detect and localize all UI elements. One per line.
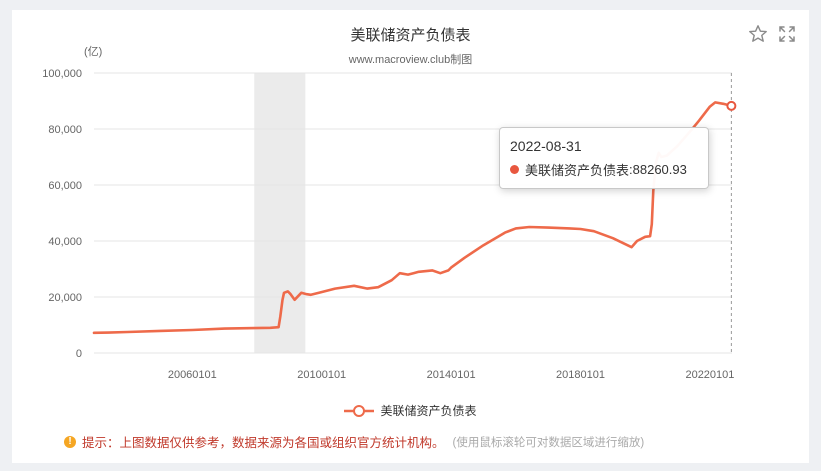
y-tick-label: 0 [76,348,82,360]
x-tick-label: 20060101 [168,369,217,381]
data-tooltip: 2022-08-31 美联储资产负债表 : 88260.93 [499,127,709,189]
legend-label: 美联储资产负债表 [380,404,477,418]
y-tick-label: 20,000 [48,292,82,304]
tooltip-row: 美联储资产负债表 : 88260.93 [510,160,698,179]
note-hint: (使用鼠标滚轮可对数据区域进行缩放) [452,436,645,449]
x-tick-label: 20220101 [685,369,734,381]
y-tick-label: 60,000 [48,180,82,192]
y-tick-label: 40,000 [48,236,82,248]
tooltip-value: 88260.93 [632,162,687,177]
tooltip-date: 2022-08-31 [510,138,582,154]
legend-marker-icon [344,404,375,417]
note-label: 提示： [82,436,120,450]
y-tick-label: 100,000 [42,68,82,80]
x-tick-label: 20180101 [556,369,605,381]
tooltip-series-dot [510,165,519,174]
tooltip-series-name: 美联储资产负债表 [525,163,630,178]
line-chart[interactable]: 0 20,000 40,000 60,000 80,000 100,000 2006010… [12,10,809,390]
legend-item[interactable]: 美联储资产负债表 [12,402,809,419]
x-tick-label: 20140101 [427,369,476,381]
warning-icon: ! [64,435,76,448]
x-tick-label: 20100101 [297,369,346,381]
note-text: 上图数据仅供参考，数据来源为各国或组织官方统计机构。 [119,436,445,450]
chart-card: 美联储资产负债表 www.macroview.club制图 (亿) 0 20,00… [12,10,809,463]
highlight-marker[interactable] [726,100,737,111]
data-note: ! 提示： 上图数据仅供参考，数据来源为各国或组织官方统计机构。 (使用鼠标滚轮… [64,432,644,451]
y-tick-label: 80,000 [48,124,82,136]
